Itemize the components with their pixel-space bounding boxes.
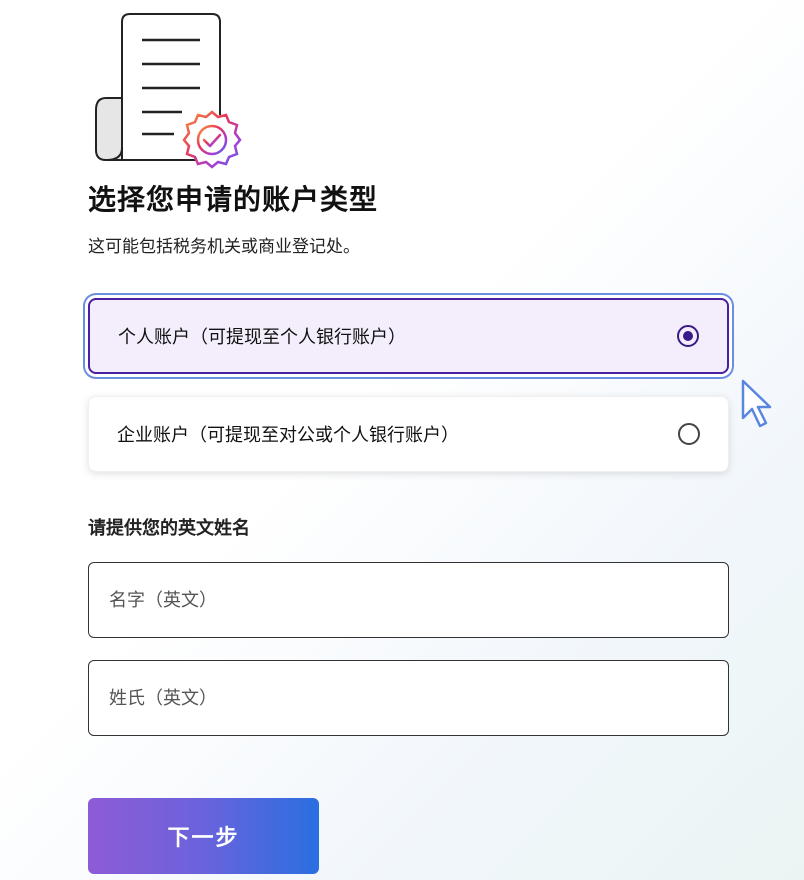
page-title: 选择您申请的账户类型 [88,183,379,216]
radio-dot [683,331,693,341]
last-name-input[interactable] [107,686,710,710]
account-option-personal-label: 个人账户（可提现至个人银行账户） [118,327,406,348]
mouse-pointer-icon [740,378,774,430]
next-button[interactable]: 下一步 [88,798,319,874]
radio-unselected-icon[interactable] [678,423,700,445]
account-option-business[interactable]: 企业账户（可提现至对公或个人银行账户） [88,396,729,472]
page-subtitle: 这可能包括税务机关或商业登记处。 [88,237,360,257]
first-name-field[interactable] [88,562,729,638]
account-option-business-label: 企业账户（可提现至对公或个人银行账户） [117,425,459,446]
radio-selected-icon[interactable] [677,325,699,347]
name-section-label: 请提供您的英文姓名 [88,518,250,539]
last-name-field[interactable] [88,660,729,736]
account-option-personal[interactable]: 个人账户（可提现至个人银行账户） [88,298,729,374]
first-name-input[interactable] [107,588,710,612]
document-verified-illustration-icon [92,10,252,170]
